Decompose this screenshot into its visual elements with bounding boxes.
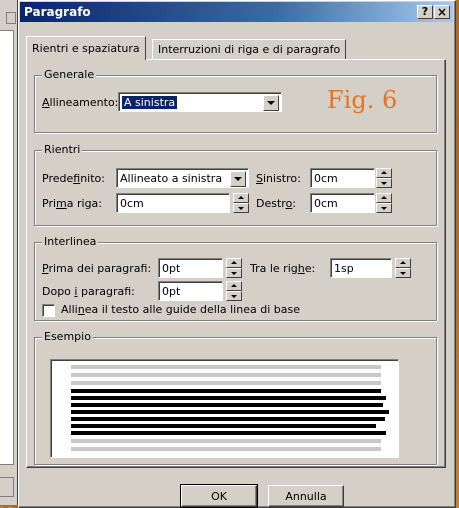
generale-group: Generale Allineamento: A sinistra Fig. 6 bbox=[34, 68, 437, 133]
allineamento-label: Allineamento: bbox=[42, 96, 119, 109]
tab-label: Rientri e spaziatura bbox=[32, 42, 140, 55]
destro-label: Destro: bbox=[256, 197, 297, 210]
predefinito-value: Allineato a sinistra bbox=[120, 172, 223, 185]
tab-interruzioni[interactable]: Interruzioni di riga e di paragrafo bbox=[152, 39, 347, 59]
preview-area bbox=[50, 359, 399, 458]
prima-paragrafi-label: Prima dei paragrafi: bbox=[42, 262, 152, 275]
spin-up-icon[interactable] bbox=[376, 193, 392, 203]
preview-line bbox=[71, 431, 386, 435]
rientri-group: Rientri Predefinito: Allineato a sinistr… bbox=[34, 143, 437, 226]
prima-paragrafi-spinner[interactable] bbox=[226, 258, 242, 278]
sinistro-spinner[interactable] bbox=[376, 168, 392, 188]
spin-up-icon[interactable] bbox=[226, 281, 242, 291]
preview-line bbox=[71, 365, 381, 369]
tra-righe-value: 1sp bbox=[334, 262, 354, 275]
chevron-down-icon[interactable] bbox=[263, 95, 279, 111]
cancel-button[interactable]: Annulla bbox=[268, 485, 344, 507]
tra-righe-label: Tra le righe: bbox=[250, 262, 316, 275]
close-button[interactable]: × bbox=[434, 5, 450, 19]
sinistro-label: Sinistro: bbox=[256, 172, 301, 185]
group-title: Esempio bbox=[42, 330, 93, 343]
preview-line bbox=[71, 447, 381, 451]
allineamento-combo[interactable]: A sinistra bbox=[118, 92, 282, 112]
preview-line bbox=[71, 389, 381, 393]
esempio-group: Esempio bbox=[34, 330, 437, 465]
spin-down-icon[interactable] bbox=[395, 268, 411, 278]
group-title: Rientri bbox=[42, 143, 83, 156]
spin-down-icon[interactable] bbox=[226, 291, 242, 301]
spin-down-icon[interactable] bbox=[376, 178, 392, 188]
sinistro-input[interactable]: 0cm bbox=[310, 168, 375, 188]
preview-line bbox=[71, 410, 389, 414]
ok-button[interactable]: OK bbox=[180, 484, 258, 508]
predefinito-combo[interactable]: Allineato a sinistra bbox=[116, 168, 249, 188]
prima-riga-value: 0cm bbox=[120, 197, 144, 210]
tab-panel: Generale Allineamento: A sinistra Fig. 6… bbox=[26, 59, 446, 468]
allinea-checkbox[interactable] bbox=[42, 304, 55, 317]
destro-value: 0cm bbox=[314, 197, 338, 210]
group-title: Interlinea bbox=[42, 235, 99, 248]
spin-up-icon[interactable] bbox=[376, 168, 392, 178]
interlinea-group: Interlinea Prima dei paragrafi: 0pt Tra … bbox=[34, 235, 437, 321]
title-bar[interactable]: Paragrafo ? × bbox=[20, 2, 453, 22]
preview-line bbox=[71, 417, 385, 421]
paragraph-dialog: Paragrafo ? × Rientri e spaziatura Inter… bbox=[18, 0, 456, 508]
preview-line bbox=[71, 381, 381, 385]
background-pane bbox=[0, 30, 14, 465]
dopo-paragrafi-value: 0pt bbox=[162, 285, 181, 298]
destro-input[interactable]: 0cm bbox=[310, 193, 375, 213]
dopo-paragrafi-input[interactable]: 0pt bbox=[158, 281, 223, 301]
dopo-paragrafi-label: Dopo i paragrafi: bbox=[42, 285, 135, 298]
preview-line bbox=[71, 424, 376, 428]
preview-line bbox=[71, 403, 383, 407]
figure-label: Fig. 6 bbox=[327, 86, 398, 114]
prima-riga-label: Prima riga: bbox=[42, 197, 102, 210]
preview-line bbox=[71, 373, 381, 377]
predefinito-label: Predefinito: bbox=[42, 172, 105, 185]
allineamento-value: A sinistra bbox=[122, 96, 178, 109]
tra-righe-input[interactable]: 1sp bbox=[330, 258, 392, 278]
prima-riga-input[interactable]: 0cm bbox=[116, 193, 230, 213]
dopo-paragrafi-spinner[interactable] bbox=[226, 281, 242, 301]
spin-up-icon[interactable] bbox=[226, 258, 242, 268]
preview-line bbox=[71, 396, 386, 400]
spin-up-icon[interactable] bbox=[395, 258, 411, 268]
chevron-down-icon[interactable] bbox=[230, 171, 246, 187]
spin-down-icon[interactable] bbox=[376, 203, 392, 213]
allinea-checkbox-label[interactable]: Allinea il testo alle guide della linea … bbox=[61, 303, 300, 316]
background-window bbox=[0, 0, 18, 505]
tra-righe-spinner[interactable] bbox=[395, 258, 411, 278]
spin-down-icon[interactable] bbox=[226, 268, 242, 278]
spin-down-icon[interactable] bbox=[233, 203, 249, 213]
prima-paragrafi-value: 0pt bbox=[162, 262, 181, 275]
group-title: Generale bbox=[42, 68, 97, 81]
preview-line bbox=[71, 439, 381, 443]
background-scroll-button bbox=[6, 12, 16, 24]
background-bottom-bar bbox=[0, 477, 14, 497]
spin-up-icon[interactable] bbox=[233, 193, 249, 203]
prima-paragrafi-input[interactable]: 0pt bbox=[158, 258, 223, 278]
prima-riga-spinner[interactable] bbox=[233, 193, 249, 213]
destro-spinner[interactable] bbox=[376, 193, 392, 213]
tab-rientri-spaziatura[interactable]: Rientri e spaziatura bbox=[26, 36, 146, 60]
help-button[interactable]: ? bbox=[417, 5, 433, 19]
tab-label: Interruzioni di riga e di paragrafo bbox=[158, 43, 341, 56]
dialog-title: Paragrafo bbox=[24, 5, 91, 19]
sinistro-value: 0cm bbox=[314, 172, 338, 185]
